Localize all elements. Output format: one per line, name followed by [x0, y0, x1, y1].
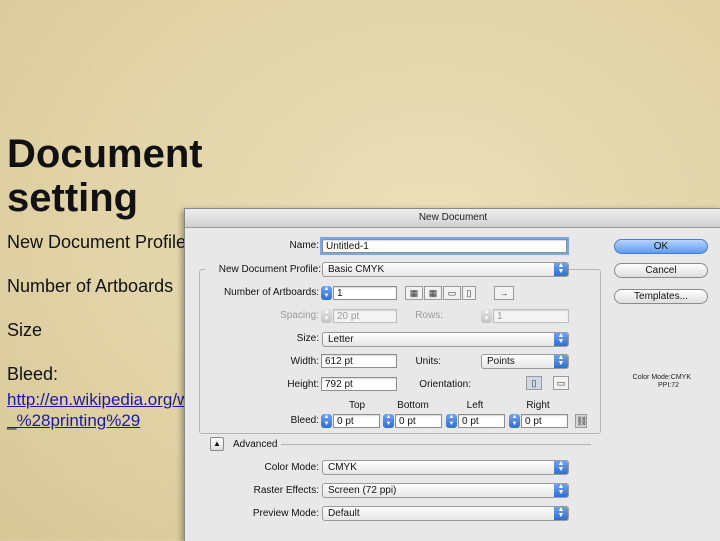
arrange-by-column-icon[interactable]: ▯ [462, 286, 476, 300]
bleed-right-input[interactable]: 0 pt [521, 414, 568, 428]
landscape-orientation-icon[interactable]: ▭ [553, 376, 569, 390]
select-arrows-icon: ▲ ▼ [554, 460, 568, 474]
color-mode-label: Color Mode: [264, 462, 319, 473]
preview-mode-select[interactable]: Default ▲ ▼ [322, 506, 569, 521]
bleed-right-stepper[interactable]: ▲ ▼ [509, 414, 520, 428]
slide-title-line-1: Document [7, 132, 203, 176]
width-input[interactable]: 612 pt [321, 354, 397, 368]
bullet-size: Size [7, 320, 43, 340]
dialog-titlebar: New Document [185, 209, 720, 228]
name-label: Name: [289, 240, 319, 251]
grid-by-column-icon[interactable]: ▦ [424, 286, 442, 300]
width-label: Width: [290, 356, 319, 367]
arrange-by-row-icon[interactable]: ▭ [443, 286, 461, 300]
bleed-bottom-stepper[interactable]: ▲ ▼ [383, 414, 394, 428]
bleed-top-input[interactable]: 0 pt [333, 414, 380, 428]
spacing-input[interactable]: 20 pt [333, 309, 397, 323]
portrait-orientation-icon[interactable]: ▯ [526, 376, 542, 390]
bleed-bottom-header: Bottom [397, 400, 429, 411]
select-arrows-icon: ▲ ▼ [554, 354, 568, 368]
units-select[interactable]: Points ▲ ▼ [481, 354, 569, 369]
name-input[interactable]: Untitled-1 [320, 237, 569, 255]
advanced-label: Advanced [233, 439, 278, 450]
artboards-input[interactable]: 1 [333, 286, 397, 300]
spacing-stepper[interactable]: ▲ ▼ [321, 309, 332, 323]
raster-effects-label: Raster Effects: [253, 485, 319, 496]
artboards-stepper[interactable]: ▲ ▼ [321, 286, 332, 300]
orientation-label: Orientation: [419, 379, 471, 390]
units-label: Units: [415, 356, 441, 367]
bleed-left-stepper[interactable]: ▲ ▼ [446, 414, 457, 428]
height-label: Height: [287, 379, 319, 390]
select-arrows-icon: ▲ ▼ [554, 506, 568, 520]
bleed-top-stepper[interactable]: ▲ ▼ [321, 414, 332, 428]
artboards-label: Number of Artboards: [223, 287, 319, 298]
select-arrows-icon: ▲ ▼ [554, 262, 568, 276]
select-arrows-icon: ▲ ▼ [554, 483, 568, 497]
raster-effects-select-value: Screen (72 ppi) [328, 485, 397, 496]
slide-title-line-2: setting [7, 176, 139, 220]
templates-button[interactable]: Templates... [614, 289, 708, 304]
info-ppi: PPI:72 [657, 382, 679, 389]
profile-select-value: Basic CMYK [328, 264, 385, 275]
ok-button[interactable]: OK [614, 239, 708, 254]
bullet-number-of-artboards: Number of Artboards [7, 276, 174, 296]
units-select-value: Points [487, 356, 515, 367]
select-arrows-icon: ▲ ▼ [554, 332, 568, 346]
bleed-label: Bleed: [290, 415, 319, 426]
bullet-bleed: Bleed: [7, 364, 59, 384]
bleed-left-input[interactable]: 0 pt [458, 414, 505, 428]
color-mode-select[interactable]: CMYK ▲ ▼ [322, 460, 569, 475]
bleed-bottom-input[interactable]: 0 pt [395, 414, 442, 428]
preview-mode-label: Preview Mode: [252, 508, 319, 519]
advanced-disclosure-icon[interactable]: ▲ [210, 437, 224, 451]
bleed-left-header: Left [466, 400, 484, 411]
rows-stepper[interactable]: ▲ ▼ [481, 309, 492, 323]
bleed-top-header: Top [348, 400, 366, 411]
link-bleed-icon[interactable]: ⛓ [575, 414, 587, 428]
rows-input[interactable]: 1 [493, 309, 569, 323]
bullet-new-document-profile: New Document Profile [7, 232, 187, 252]
layout-direction-icon[interactable]: → [494, 286, 514, 300]
new-document-dialog: New Document Name: Untitled-1 New Docume… [184, 208, 720, 541]
spacing-label: Spacing: [280, 310, 319, 321]
preview-mode-select-value: Default [328, 508, 360, 519]
profile-select[interactable]: Basic CMYK ▲ ▼ [322, 262, 569, 277]
slide-title: Document setting [7, 132, 247, 220]
bleed-right-header: Right [526, 400, 550, 411]
profile-label: New Document Profile: [205, 264, 323, 275]
rows-label: Rows: [415, 310, 443, 321]
size-select-value: Letter [328, 334, 354, 345]
advanced-divider [281, 444, 591, 445]
size-label: Size: [296, 333, 319, 344]
raster-effects-select[interactable]: Screen (72 ppi) ▲ ▼ [322, 483, 569, 498]
grid-by-row-icon[interactable]: ▦ [405, 286, 423, 300]
size-select[interactable]: Letter ▲ ▼ [322, 332, 569, 347]
cancel-button[interactable]: Cancel [614, 263, 708, 278]
color-mode-select-value: CMYK [328, 462, 357, 473]
height-input[interactable]: 792 pt [321, 377, 397, 391]
